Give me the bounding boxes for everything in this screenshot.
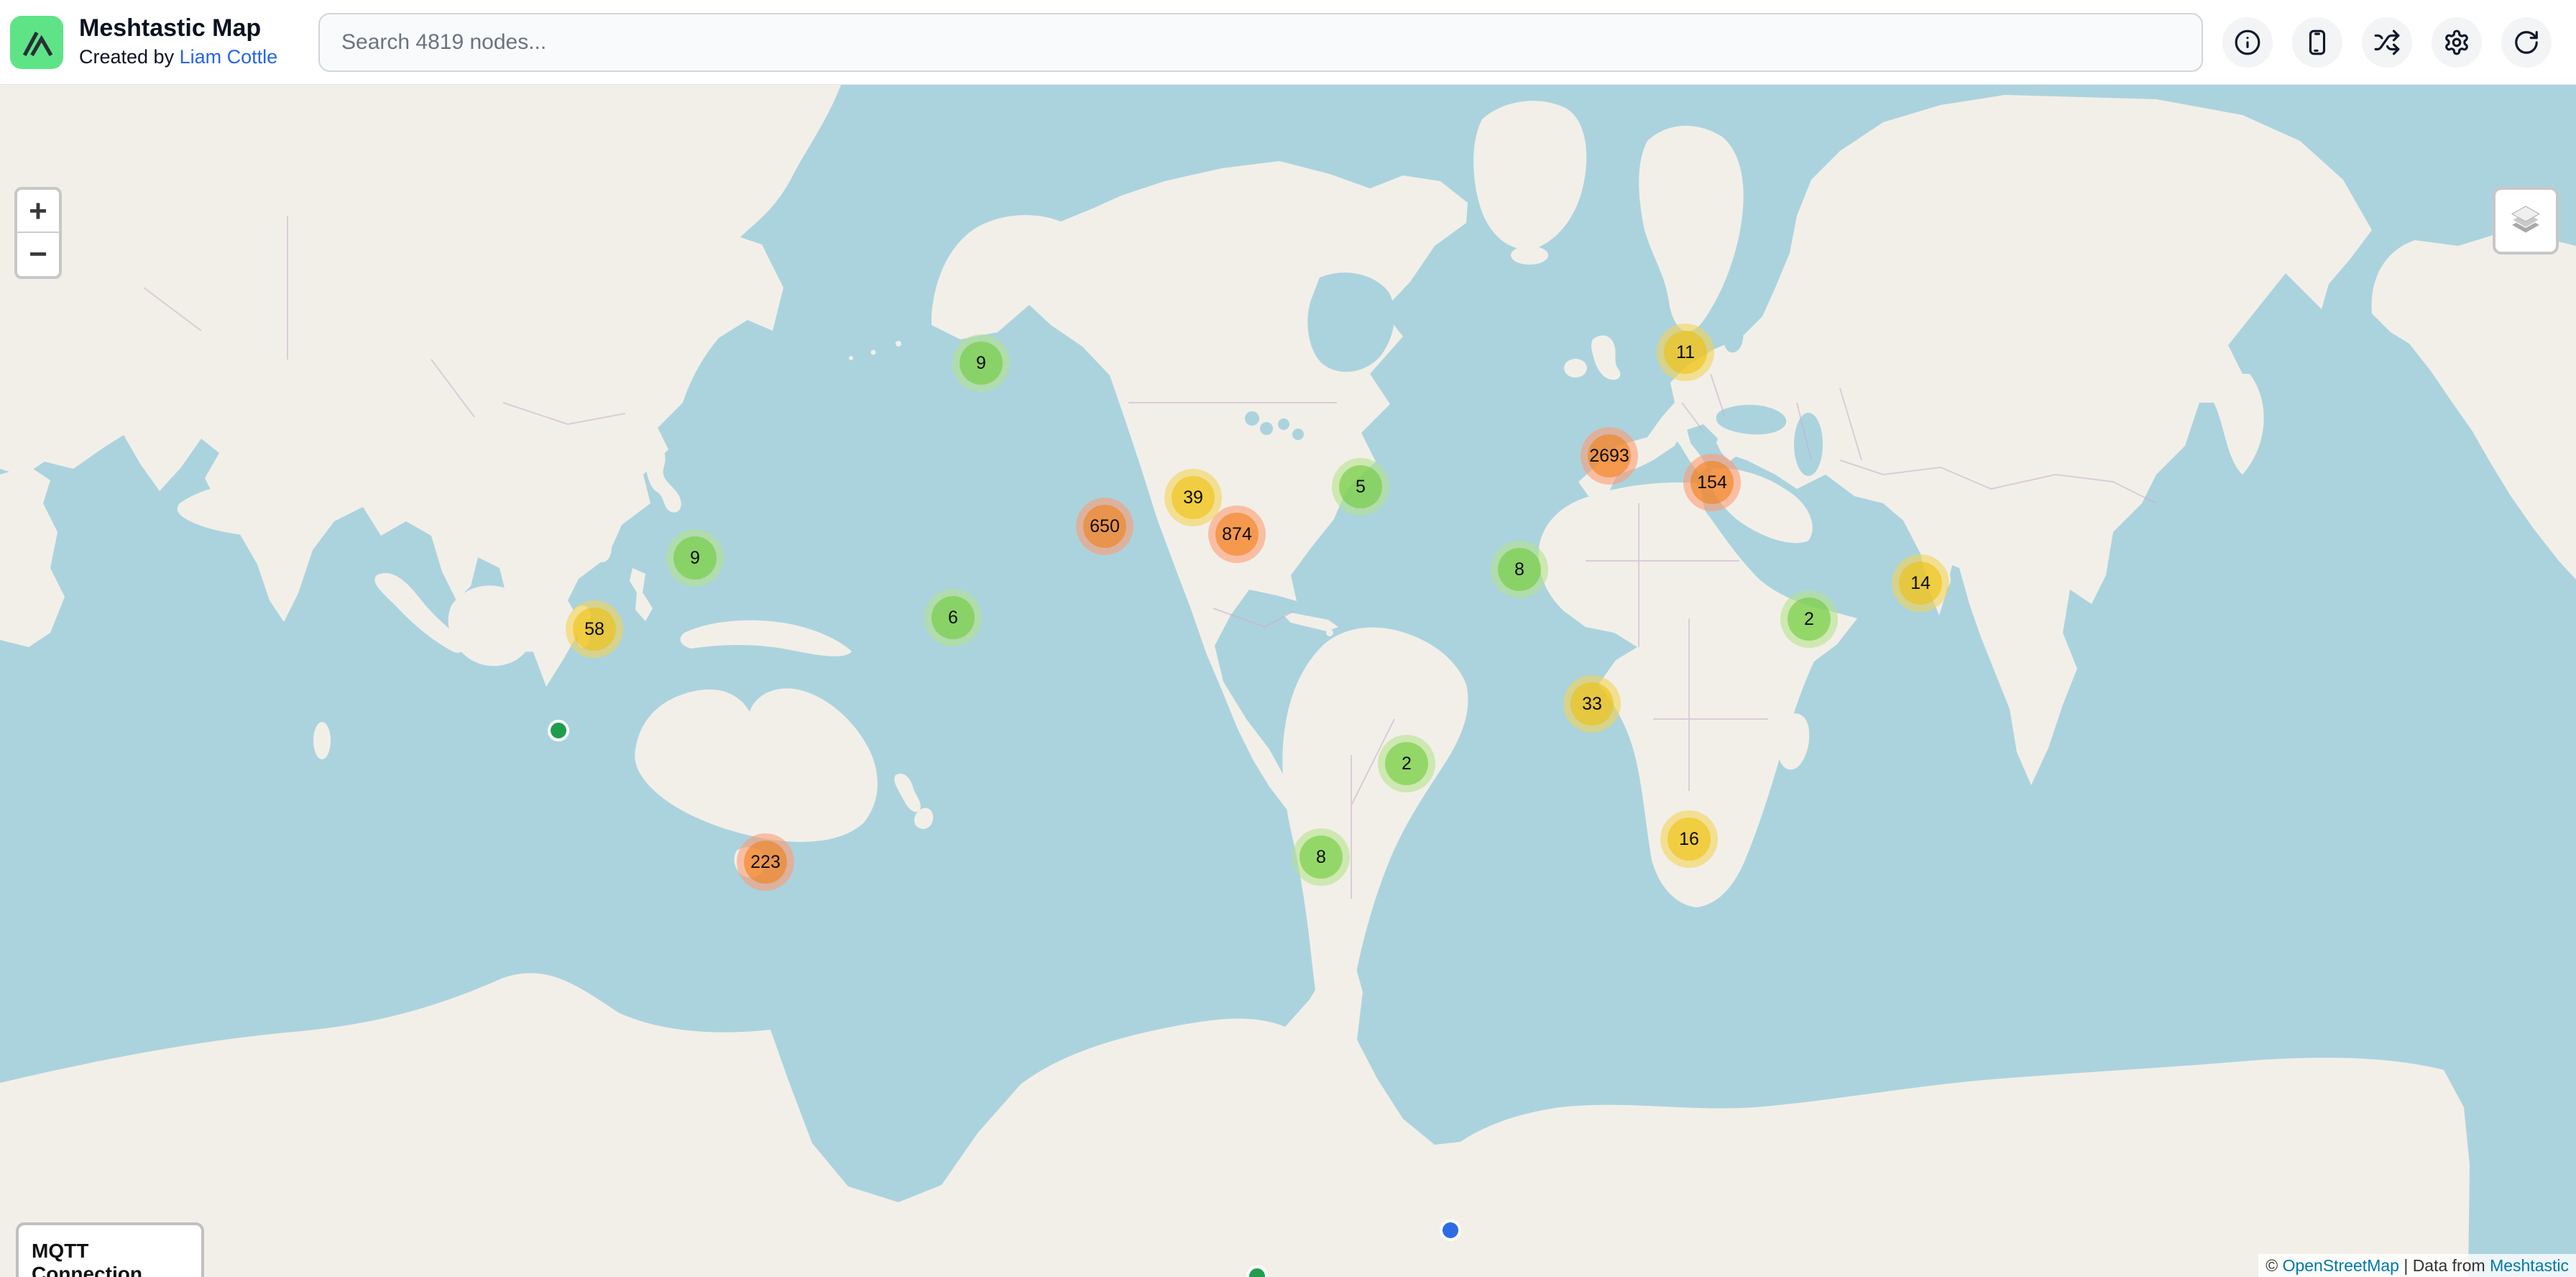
- meshtastic-link[interactable]: Meshtastic: [2490, 1256, 2569, 1275]
- mobile-icon: [2304, 29, 2331, 56]
- cluster-marker[interactable]: 11: [1657, 324, 1714, 381]
- refresh-icon: [2513, 29, 2540, 56]
- top-bar: Meshtastic Map Created by Liam Cottle: [0, 0, 2576, 85]
- app-logo: [10, 16, 63, 69]
- cluster-marker[interactable]: 9: [666, 529, 724, 587]
- random-node-button[interactable]: [2362, 17, 2412, 68]
- info-button[interactable]: [2222, 17, 2273, 68]
- shuffle-icon: [2373, 29, 2401, 56]
- cluster-marker[interactable]: 14: [1892, 554, 1949, 612]
- zoom-out-button[interactable]: −: [17, 233, 59, 276]
- info-icon: [2234, 29, 2261, 56]
- layers-control[interactable]: [2493, 187, 2559, 255]
- cluster-marker[interactable]: 2: [1780, 590, 1838, 648]
- cluster-marker[interactable]: 2693: [1581, 427, 1638, 485]
- cluster-marker[interactable]: 6: [924, 589, 982, 646]
- node-marker-disconnected[interactable]: [1440, 1219, 1461, 1241]
- attribution-separator: | Data from: [2399, 1256, 2490, 1275]
- cluster-marker[interactable]: 223: [737, 833, 794, 891]
- legend-title: MQTT Connection: [32, 1240, 188, 1277]
- page-title: Meshtastic Map: [79, 13, 277, 43]
- cluster-marker[interactable]: 874: [1208, 505, 1266, 563]
- meshtastic-logo-icon: [18, 24, 55, 61]
- zoom-control: + −: [14, 187, 62, 279]
- gear-icon: [2443, 29, 2470, 56]
- search-input[interactable]: [318, 13, 2203, 72]
- cluster-marker[interactable]: 58: [566, 600, 623, 658]
- toolbar: [2222, 17, 2552, 68]
- world-map-graphic: [0, 85, 2576, 1277]
- cluster-marker[interactable]: 9: [952, 334, 1010, 392]
- refresh-button[interactable]: [2501, 17, 2552, 68]
- cluster-marker[interactable]: 8: [1292, 828, 1350, 886]
- settings-button[interactable]: [2432, 17, 2482, 68]
- map-attribution: © OpenStreetMap | Data from Meshtastic: [2258, 1254, 2576, 1277]
- cluster-marker[interactable]: 5: [1332, 458, 1389, 516]
- cluster-marker[interactable]: 2: [1378, 735, 1435, 792]
- cluster-marker[interactable]: 16: [1660, 810, 1718, 868]
- zoom-in-button[interactable]: +: [17, 190, 59, 233]
- copyright-text: ©: [2266, 1256, 2282, 1275]
- cluster-marker[interactable]: 154: [1683, 454, 1741, 511]
- node-marker-connected[interactable]: [548, 720, 569, 741]
- cluster-marker[interactable]: 650: [1076, 498, 1133, 555]
- map-canvas[interactable]: + − 939650874511269315482143316282235896…: [0, 85, 2576, 1277]
- title-block: Meshtastic Map Created by Liam Cottle: [79, 13, 277, 70]
- subtitle: Created by Liam Cottle: [79, 43, 277, 70]
- cluster-marker[interactable]: 33: [1563, 675, 1621, 733]
- author-link[interactable]: Liam Cottle: [180, 46, 278, 68]
- mqtt-legend: MQTT Connection Connected Disconnected: [16, 1222, 204, 1277]
- openstreetmap-link[interactable]: OpenStreetMap: [2283, 1256, 2399, 1275]
- layers-icon: [2507, 202, 2544, 239]
- mobile-app-button[interactable]: [2292, 17, 2342, 68]
- cluster-marker[interactable]: 8: [1491, 541, 1548, 598]
- created-by-text: Created by: [79, 46, 174, 68]
